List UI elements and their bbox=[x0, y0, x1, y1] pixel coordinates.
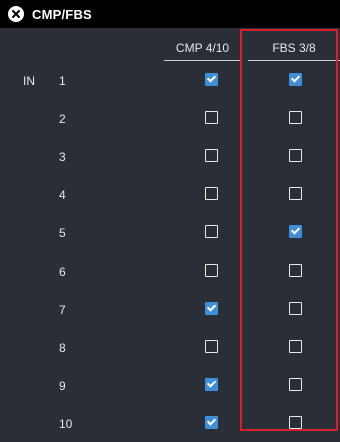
fbs-checkbox[interactable] bbox=[289, 339, 302, 353]
cmp-checkbox[interactable] bbox=[205, 377, 218, 391]
channel-row: 5 bbox=[0, 215, 340, 251]
column-header-fbs: FBS 3/8 bbox=[248, 36, 340, 61]
channel-number: 6 bbox=[59, 264, 66, 279]
fbs-checkbox[interactable] bbox=[289, 301, 302, 315]
channel-row: 4 bbox=[0, 177, 340, 213]
fbs-checkbox[interactable] bbox=[289, 73, 302, 86]
channel-number: 4 bbox=[59, 188, 66, 203]
cmp-checkbox[interactable] bbox=[205, 187, 218, 201]
channel-row: 8 bbox=[0, 330, 340, 366]
cmp-checkbox[interactable] bbox=[205, 73, 218, 86]
channel-row: 3 bbox=[0, 139, 340, 175]
cmp-checkbox[interactable] bbox=[205, 263, 218, 277]
channel-number: 8 bbox=[59, 340, 66, 355]
channel-number: 7 bbox=[59, 302, 66, 317]
channel-row: 1 bbox=[0, 63, 340, 99]
channel-row: 10 bbox=[0, 406, 340, 442]
channel-number: 2 bbox=[59, 112, 66, 127]
fbs-checkbox[interactable] bbox=[289, 415, 302, 429]
cmp-checkbox[interactable] bbox=[205, 415, 218, 429]
close-circle-icon[interactable] bbox=[8, 6, 24, 22]
channel-number: 1 bbox=[59, 74, 66, 88]
channel-number: 9 bbox=[59, 378, 66, 393]
fbs-checkbox[interactable] bbox=[289, 263, 302, 277]
cmp-checkbox[interactable] bbox=[205, 301, 218, 315]
fbs-checkbox[interactable] bbox=[289, 149, 302, 163]
cmp-checkbox[interactable] bbox=[205, 225, 218, 239]
cmp-checkbox[interactable] bbox=[205, 111, 218, 125]
fbs-checkbox[interactable] bbox=[289, 111, 302, 125]
cmp-checkbox[interactable] bbox=[205, 339, 218, 353]
title-bar: CMP/FBS bbox=[0, 0, 340, 28]
close-x-glyph bbox=[12, 10, 20, 18]
channel-row: 9 bbox=[0, 368, 340, 404]
fbs-checkbox[interactable] bbox=[289, 225, 302, 239]
channel-row: 2 bbox=[0, 101, 340, 137]
fbs-checkbox[interactable] bbox=[289, 377, 302, 391]
column-header-cmp: CMP 4/10 bbox=[164, 36, 241, 61]
window-title: CMP/FBS bbox=[32, 6, 92, 22]
channel-number: 10 bbox=[59, 416, 73, 431]
cmp-checkbox[interactable] bbox=[205, 149, 218, 163]
channel-row: 6 bbox=[0, 254, 340, 290]
fbs-checkbox[interactable] bbox=[289, 187, 302, 201]
channel-number: 3 bbox=[59, 150, 66, 165]
channel-row: 7 bbox=[0, 292, 340, 328]
channel-number: 5 bbox=[59, 226, 66, 241]
